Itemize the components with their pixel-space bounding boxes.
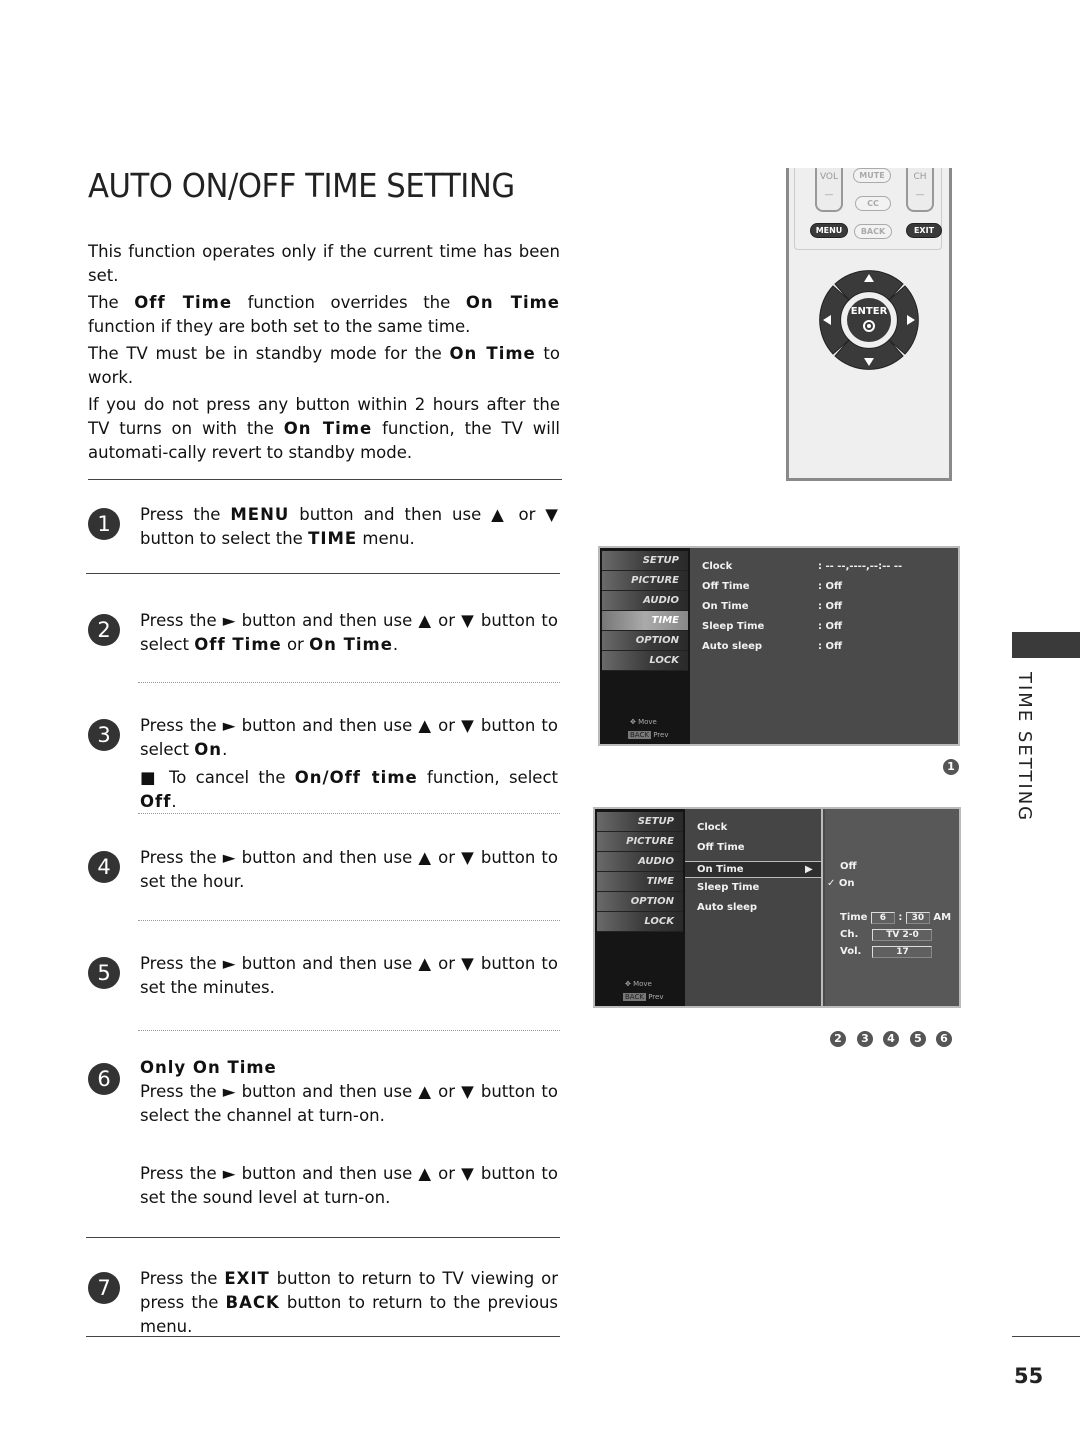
option-on[interactable]: ✓ On bbox=[827, 874, 855, 894]
osd-time-list: Clock Off Time On Time ▶ Sleep Time Auto… bbox=[685, 809, 823, 1006]
callout-6: 6 bbox=[936, 1031, 952, 1047]
osd-menu-time[interactable]: TIME bbox=[602, 611, 688, 631]
back-button[interactable]: BACK bbox=[854, 224, 892, 239]
divider bbox=[86, 1336, 560, 1337]
volume-setting-row: Vol. 17 bbox=[840, 946, 933, 958]
submenu-arrow-icon: ▶ bbox=[805, 864, 813, 875]
step-number-1: 1 bbox=[88, 508, 120, 540]
callout-3: 3 bbox=[857, 1031, 873, 1047]
intro-line-4: If you do not press any button within 2 … bbox=[88, 395, 560, 462]
prev-hint: BACK Prev bbox=[628, 731, 669, 739]
volume-field[interactable]: 17 bbox=[872, 946, 933, 958]
osd-time-list: Clock: -- --,----,--:-- -- Off Time: Off… bbox=[702, 557, 952, 657]
exit-button[interactable]: EXIT bbox=[906, 223, 942, 238]
move-icon: ✥ bbox=[630, 718, 639, 726]
minute-field[interactable]: 30 bbox=[905, 912, 930, 924]
osd-menu-audio[interactable]: AUDIO bbox=[602, 591, 688, 611]
callout-5: 5 bbox=[910, 1031, 926, 1047]
intro-line-2: The Off Time function overrides the On T… bbox=[88, 293, 560, 336]
check-icon: ✓ bbox=[827, 878, 836, 889]
callout-2: 2 bbox=[830, 1031, 846, 1047]
ch-rocker[interactable]: CH — bbox=[906, 168, 934, 212]
channel-setting-row: Ch. TV 2-0 bbox=[840, 929, 933, 941]
step-3-note: ■ To cancel the On/Off time function, se… bbox=[140, 768, 558, 811]
remote-top-panel: VOL — MUTE CC CH — MENU BACK EXIT bbox=[794, 168, 942, 250]
osd-on-time-panel: Off ✓ On Time 6 : 30 AM Ch. TV 2-0 Vol. … bbox=[825, 809, 959, 1006]
page-title: AUTO ON/OFF TIME SETTING bbox=[88, 166, 515, 205]
osd-row-sleep-time[interactable]: Sleep Time bbox=[697, 878, 759, 898]
hour-field[interactable]: 6 bbox=[870, 912, 895, 924]
callout-1: 1 bbox=[943, 759, 959, 775]
osd-row-sleep-time[interactable]: Sleep Time: Off bbox=[702, 617, 952, 637]
channel-field[interactable]: TV 2-0 bbox=[872, 929, 933, 941]
osd-menu-picture[interactable]: PICTURE bbox=[597, 832, 683, 852]
osd-menu-lock[interactable]: LOCK bbox=[597, 912, 683, 932]
cc-button[interactable]: CC bbox=[855, 196, 891, 211]
prev-hint: BACK Prev bbox=[623, 993, 664, 1001]
ampm-value: AM bbox=[933, 912, 952, 923]
time-setting-row: Time 6 : 30 AM bbox=[840, 912, 952, 924]
intro-text: This function operates only if the curre… bbox=[88, 240, 560, 468]
osd-row-clock[interactable]: Clock: -- --,----,--:-- -- bbox=[702, 557, 952, 577]
callout-4: 4 bbox=[883, 1031, 899, 1047]
section-label: TIME SETTING bbox=[1014, 672, 1035, 823]
move-hint: ✥ Move bbox=[625, 980, 652, 988]
osd-menu-audio[interactable]: AUDIO bbox=[597, 852, 683, 872]
step-number-2: 2 bbox=[88, 614, 120, 646]
osd-on-time-menu: SETUP PICTURE AUDIO TIME OPTION LOCK ✥ M… bbox=[593, 807, 961, 1008]
osd-row-on-time[interactable]: On Time: Off bbox=[702, 597, 952, 617]
divider bbox=[86, 1237, 560, 1238]
move-icon: ✥ bbox=[625, 980, 634, 988]
step-2-text: Press the ► button and then use ▲ or ▼ b… bbox=[140, 611, 558, 654]
page-number-rule bbox=[1012, 1336, 1080, 1337]
osd-row-on-time-selected[interactable]: On Time ▶ bbox=[685, 861, 821, 878]
osd-menu-time[interactable]: TIME bbox=[597, 872, 683, 892]
osd-sidebar: SETUP PICTURE AUDIO TIME OPTION LOCK ✥ M… bbox=[600, 548, 690, 744]
osd-menu-lock[interactable]: LOCK bbox=[602, 651, 688, 671]
step-5-text: Press the ► button and then use ▲ or ▼ b… bbox=[140, 954, 558, 997]
step-3-text: Press the ► button and then use ▲ or ▼ b… bbox=[140, 714, 558, 814]
dotted-divider bbox=[138, 1030, 560, 1031]
osd-row-auto-sleep[interactable]: Auto sleep: Off bbox=[702, 637, 952, 657]
osd-sidebar: SETUP PICTURE AUDIO TIME OPTION LOCK ✥ M… bbox=[595, 809, 685, 1006]
dotted-divider bbox=[138, 920, 560, 921]
osd-menu-picture[interactable]: PICTURE bbox=[602, 571, 688, 591]
step-number-6: 6 bbox=[88, 1063, 120, 1095]
dotted-divider bbox=[138, 813, 560, 814]
mute-button[interactable]: MUTE bbox=[853, 168, 891, 183]
step-7-text: Press the EXIT button to return to TV vi… bbox=[140, 1269, 559, 1336]
osd-menu-option[interactable]: OPTION bbox=[602, 631, 688, 651]
move-hint: ✥ Move bbox=[630, 718, 657, 726]
menu-button[interactable]: MENU bbox=[810, 223, 848, 238]
divider bbox=[86, 573, 560, 574]
osd-time-menu: SETUP PICTURE AUDIO TIME OPTION LOCK ✥ M… bbox=[598, 546, 960, 746]
intro-line-1: This function operates only if the curre… bbox=[88, 242, 560, 285]
osd-row-auto-sleep[interactable]: Auto sleep bbox=[697, 898, 757, 918]
step-6-extra-text: Press the ► button and then use ▲ or ▼ b… bbox=[140, 1164, 558, 1207]
section-tab-marker bbox=[1012, 632, 1080, 658]
intro-line-3: The TV must be in standby mode for the O… bbox=[88, 344, 560, 387]
enter-ring-icon bbox=[863, 320, 875, 332]
step-6-text: Only On Time Press the ► button and then… bbox=[140, 1058, 558, 1125]
osd-row-clock[interactable]: Clock bbox=[697, 818, 727, 838]
step-number-5: 5 bbox=[88, 957, 120, 989]
step-number-3: 3 bbox=[88, 719, 120, 751]
osd-row-off-time[interactable]: Off Time: Off bbox=[702, 577, 952, 597]
step-6-heading: Only On Time bbox=[140, 1058, 277, 1077]
dotted-divider bbox=[138, 682, 560, 683]
step-number-7: 7 bbox=[88, 1272, 120, 1304]
osd-menu-option[interactable]: OPTION bbox=[597, 892, 683, 912]
remote-control: VOL — MUTE CC CH — MENU BACK EXIT ENTER bbox=[786, 168, 952, 481]
osd-row-off-time[interactable]: Off Time bbox=[697, 838, 745, 858]
vol-rocker[interactable]: VOL — bbox=[815, 168, 843, 212]
step-4-text: Press the ► button and then use ▲ or ▼ b… bbox=[140, 848, 558, 891]
osd-menu-setup[interactable]: SETUP bbox=[602, 551, 688, 571]
step-number-4: 4 bbox=[88, 851, 120, 883]
osd-menu-setup[interactable]: SETUP bbox=[597, 812, 683, 832]
divider bbox=[88, 479, 562, 480]
page-number: 55 bbox=[1014, 1364, 1044, 1388]
step-1-text: Press the MENU button and then use ▲ or … bbox=[140, 505, 558, 548]
navigation-pad: ENTER bbox=[813, 264, 925, 376]
enter-button[interactable]: ENTER bbox=[847, 298, 891, 342]
